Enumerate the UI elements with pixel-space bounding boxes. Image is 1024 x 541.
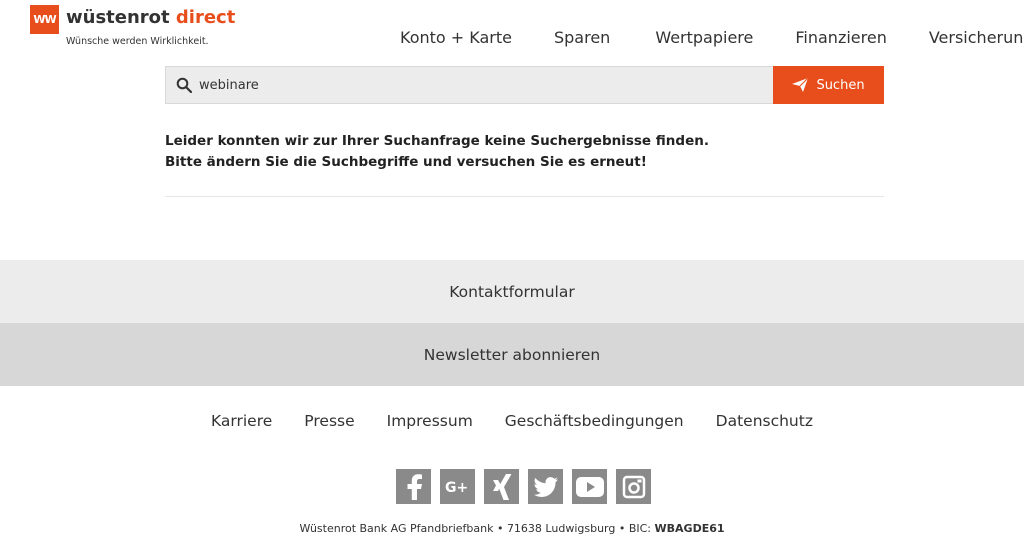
main-nav: Konto + Karte Sparen Wertpapiere Finanzi… — [400, 28, 1024, 54]
logo-mark-icon: WW — [30, 5, 59, 34]
brand-name-accent: direct — [175, 7, 236, 28]
nav-item-wertpapiere[interactable]: Wertpapiere — [655, 28, 753, 54]
youtube-icon[interactable] — [572, 469, 607, 504]
search-icon — [176, 77, 192, 93]
no-results-line-2: Bitte ändern Sie die Suchbegriffe und ve… — [165, 154, 647, 170]
search-input[interactable] — [199, 67, 769, 103]
footer-link-presse[interactable]: Presse — [304, 412, 354, 430]
google-plus-icon[interactable]: G+ — [440, 469, 475, 504]
footer-links: Karriere Presse Impressum Geschäftsbedin… — [0, 412, 1024, 430]
instagram-icon[interactable] — [616, 469, 651, 504]
footer-link-impressum[interactable]: Impressum — [387, 412, 473, 430]
divider — [165, 196, 884, 197]
twitter-icon[interactable] — [528, 469, 563, 504]
brand-tagline: Wünsche werden Wirklichkeit. — [66, 36, 209, 47]
no-results-line-1: Leider konnten wir zur Ihrer Suchanfrage… — [165, 133, 709, 149]
legal-info: Wüstenrot Bank AG Pfandbriefbank • 71638… — [0, 522, 1024, 535]
svg-text:G+: G+ — [445, 480, 468, 495]
brand-name-main: wüstenrot — [66, 7, 170, 28]
nav-item-versicherungen[interactable]: Versicherungen — [929, 28, 1024, 54]
xing-icon[interactable] — [484, 469, 519, 504]
search-button[interactable]: Suchen — [773, 66, 884, 104]
legal-bic: WBAGDE61 — [654, 522, 725, 535]
logo[interactable]: WW wüstenrot direct Wünsche werden Wirkl… — [30, 5, 235, 50]
brand-name: wüstenrot direct — [66, 7, 235, 28]
footer-link-karriere[interactable]: Karriere — [211, 412, 272, 430]
social-links: G+ — [396, 469, 651, 504]
no-results-message: Leider konnten wir zur Ihrer Suchanfrage… — [165, 131, 884, 173]
nav-item-konto-karte[interactable]: Konto + Karte — [400, 28, 512, 54]
footer-link-datenschutz[interactable]: Datenschutz — [716, 412, 813, 430]
legal-text: Wüstenrot Bank AG Pfandbriefbank • 71638… — [299, 522, 655, 535]
footer-link-geschaeftsbedingungen[interactable]: Geschäftsbedingungen — [505, 412, 684, 430]
nav-item-finanzieren[interactable]: Finanzieren — [795, 28, 886, 54]
nav-item-sparen[interactable]: Sparen — [554, 28, 610, 54]
contact-form-link[interactable]: Kontaktformular — [0, 260, 1024, 323]
search-button-label: Suchen — [816, 77, 865, 93]
send-icon — [792, 78, 809, 92]
newsletter-subscribe-link[interactable]: Newsletter abonnieren — [0, 323, 1024, 386]
facebook-icon[interactable] — [396, 469, 431, 504]
